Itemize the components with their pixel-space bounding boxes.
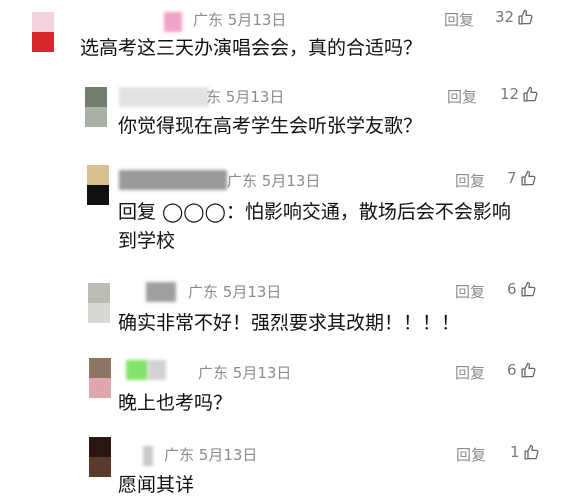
like-count: 7 — [507, 169, 517, 187]
thumbs-up-icon — [521, 281, 536, 297]
thumbs-up-icon — [524, 444, 539, 460]
avatar[interactable] — [89, 437, 111, 477]
comment-date: 5月13日 — [222, 283, 282, 301]
thumbs-up-icon — [518, 9, 533, 25]
avatar[interactable] — [89, 358, 111, 398]
comment-meta: 东 5月13日 — [206, 86, 284, 107]
like-count: 6 — [507, 361, 517, 379]
thumbs-up-icon — [521, 362, 536, 378]
comment-meta: 广东 5月13日 — [188, 281, 281, 302]
username-redacted[interactable] — [146, 282, 176, 302]
comment-text: 你觉得现在高考学生会听张学友歌？ — [118, 115, 423, 137]
like-button[interactable]: 6 — [507, 361, 537, 379]
avatar[interactable] — [87, 165, 109, 205]
comment-date: 5月13日 — [225, 88, 285, 106]
username-redacted[interactable] — [148, 360, 166, 380]
reply-button[interactable]: 回复 — [447, 86, 477, 107]
avatar[interactable] — [85, 87, 107, 127]
thumbs-up-icon — [521, 170, 536, 186]
reply-button[interactable]: 回复 — [456, 444, 486, 465]
comment-date: 5月13日 — [261, 172, 321, 190]
username-redacted[interactable] — [143, 446, 153, 466]
like-button[interactable]: 7 — [507, 169, 537, 187]
like-count: 32 — [495, 8, 515, 26]
like-count: 6 — [507, 280, 517, 298]
username-redacted[interactable] — [126, 360, 148, 380]
comment-region: 东 — [206, 88, 222, 106]
like-button[interactable]: 1 — [510, 443, 540, 461]
comment-meta: 广东 5月13日 — [164, 444, 257, 465]
comment-text-continued: 到学校 — [118, 230, 176, 252]
comment-text: 选高考这三天办演唱会会，真的合适吗？ — [80, 37, 423, 59]
reply-button[interactable]: 回复 — [444, 9, 474, 30]
comment-meta: 广东 5月13日 — [193, 9, 286, 30]
reply-button[interactable]: 回复 — [455, 281, 485, 302]
comment-text: 愿闻其详 — [118, 474, 195, 496]
comment-region: 广东 — [164, 446, 195, 464]
reply-button[interactable]: 回复 — [455, 170, 485, 191]
comment-region: 广东 — [188, 283, 219, 301]
comment-text: 回复 ◯◯◯：怕影响交通，散场后会不会影响 — [118, 201, 511, 223]
comment-date: 5月13日 — [227, 11, 287, 29]
comment-meta: 广东 5月13日 — [198, 362, 291, 383]
username-redacted[interactable] — [164, 12, 182, 32]
comment-region: 广东 — [193, 11, 224, 29]
comment-region: 广东 — [198, 364, 229, 382]
comment-text: 晚上也考吗？ — [118, 392, 233, 414]
like-button[interactable]: 32 — [495, 8, 534, 26]
avatar[interactable] — [88, 283, 110, 323]
avatar[interactable] — [32, 12, 54, 52]
comment-meta: 广东 5月13日 — [227, 170, 320, 191]
like-count: 1 — [510, 443, 520, 461]
comment-text: 确实非常不好！强烈要求其改期！！！！ — [118, 312, 461, 334]
reply-button[interactable]: 回复 — [455, 362, 485, 383]
like-count: 12 — [500, 85, 520, 103]
thumbs-up-icon — [523, 86, 538, 102]
comment-date: 5月13日 — [198, 446, 258, 464]
comment-date: 5月13日 — [232, 364, 292, 382]
like-button[interactable]: 6 — [507, 280, 537, 298]
username-redacted[interactable] — [119, 87, 209, 107]
like-button[interactable]: 12 — [500, 85, 539, 103]
comment-region: 广东 — [227, 172, 258, 190]
username-redacted[interactable] — [119, 170, 227, 190]
